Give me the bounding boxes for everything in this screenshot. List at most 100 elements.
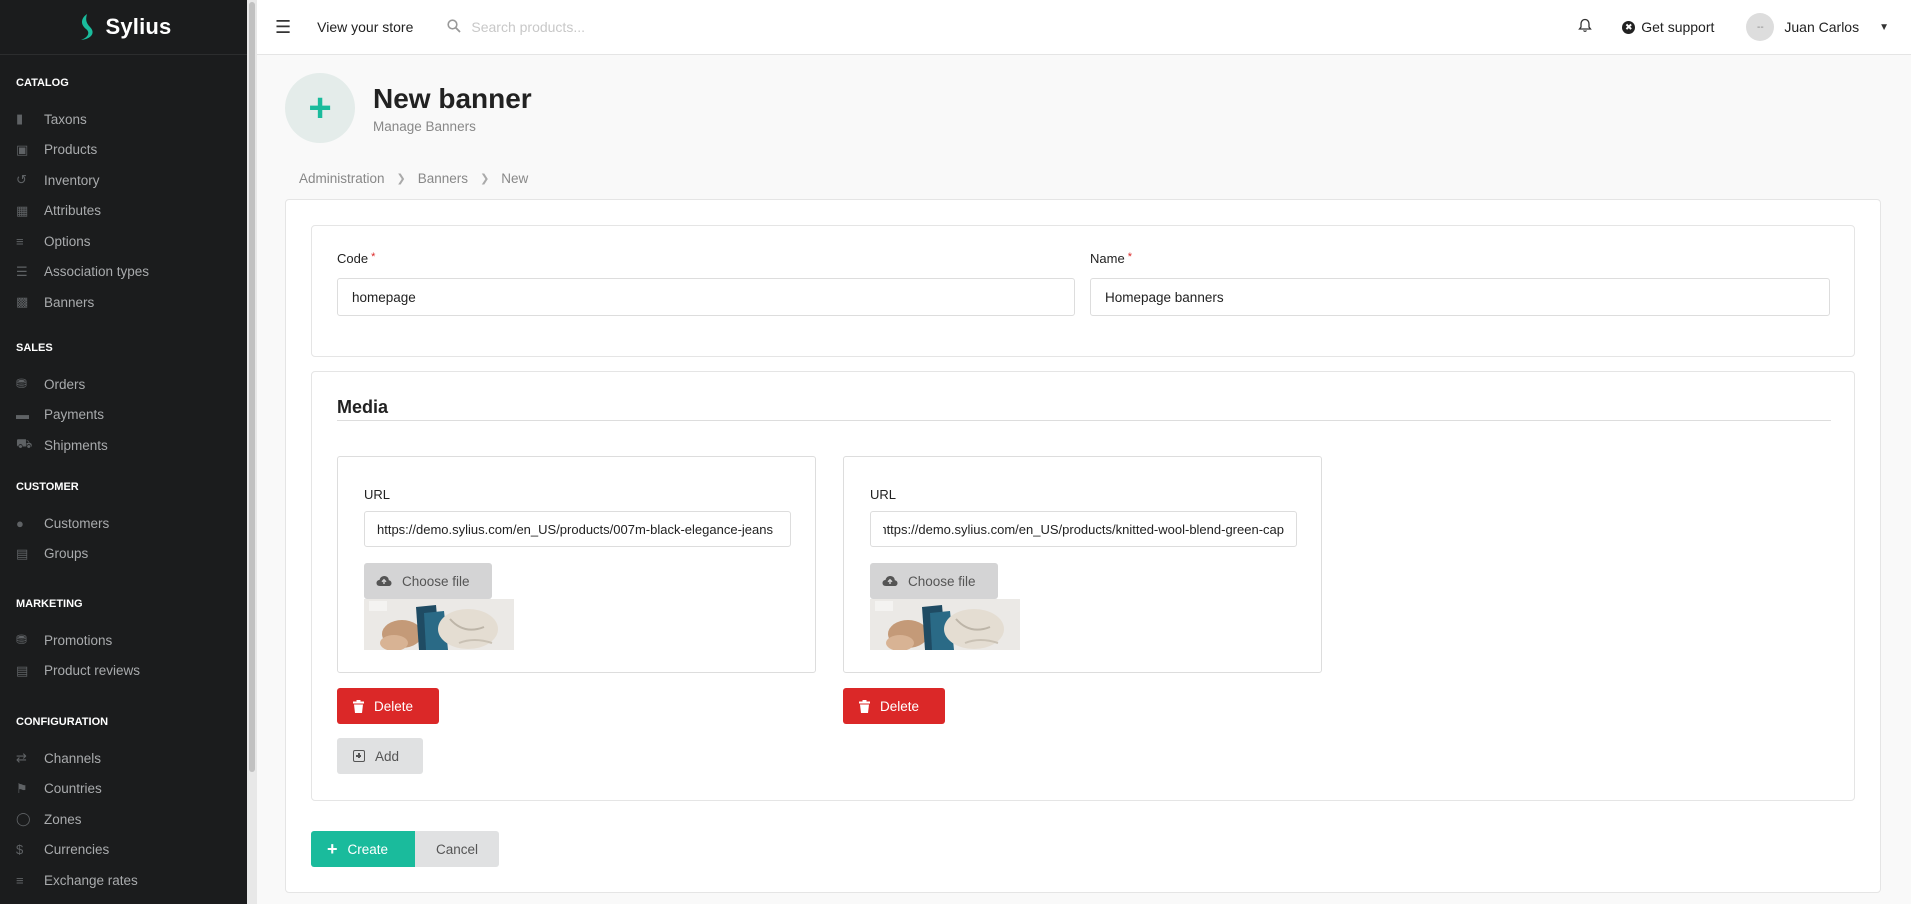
trash-icon (859, 699, 870, 713)
avatar: -- (1746, 13, 1775, 41)
sidebar-item-banners[interactable]: ▩ Banners (16, 287, 231, 318)
media-item: URL Choose file (843, 456, 1322, 673)
sidebar-item-countries[interactable]: ⚑ Countries (16, 774, 231, 805)
sidebar-item-label: Banners (44, 294, 95, 310)
sidebar-item-shipments[interactable]: ⛟ Shipments (16, 430, 231, 461)
sidebar: Sylius CATALOG ▮ Taxons ▣ Products ↺ Inventory… (0, 0, 247, 904)
breadcrumb-banners[interactable]: Banners (418, 171, 468, 186)
sidebar-item-taxons[interactable]: ▮ Taxons (16, 104, 231, 135)
sidebar-item-orders[interactable]: ⛃ Orders (16, 369, 231, 400)
sidebar-item-customers[interactable]: ● Customers (16, 508, 231, 539)
add-media-button[interactable]: Add (337, 738, 423, 774)
sidebar-item-channels[interactable]: ⇄ Channels (16, 743, 231, 774)
breadcrumb-new: New (501, 171, 529, 186)
sidebar-item-label: Inventory (44, 172, 100, 188)
banner-image-preview (870, 599, 1020, 650)
chevron-right-icon: ❯ (396, 173, 406, 185)
random-icon: ⇄ (16, 750, 27, 766)
sylius-logo[interactable]: Sylius (0, 0, 247, 55)
sidebar-item-zones[interactable]: ◯ Zones (16, 804, 231, 835)
plus-square-icon (353, 750, 365, 762)
banner-image-preview (364, 599, 514, 650)
code-field[interactable] (337, 278, 1075, 316)
search-bar (447, 18, 712, 36)
sidebar-item-products[interactable]: ▣ Products (16, 135, 231, 166)
sidebar-item-label: Currencies (44, 842, 110, 858)
cancel-label: Cancel (435, 841, 479, 857)
sidebar-item-product-reviews[interactable]: ▤ Product reviews (16, 656, 231, 687)
sidebar-heading: CUSTOMER (16, 481, 79, 493)
sidebar-item-payments[interactable]: ▬ Payments (16, 400, 231, 431)
cancel-button[interactable]: Cancel (415, 831, 499, 867)
url-field[interactable] (364, 511, 791, 547)
media-item: URL Choose file (337, 456, 816, 673)
sidebar-scrollbar[interactable] (247, 0, 257, 904)
sidebar-section-catalog: CATALOG ▮ Taxons ▣ Products ↺ Inventory ▦ Attrib… (0, 76, 247, 318)
menu-toggle-icon[interactable]: ☰ (275, 17, 291, 38)
sidebar-section-customer: CUSTOMER ● Customers ▤ Groups (0, 480, 247, 569)
delete-media-button[interactable]: Delete (337, 688, 439, 724)
sidebar-heading: CONFIGURATION (16, 716, 109, 728)
sidebar-item-promotions[interactable]: ⛃ Promotions (16, 625, 231, 656)
code-label: Code * (337, 251, 376, 266)
choose-file-button[interactable]: Choose file (364, 563, 492, 599)
sidebar-section-sales: SALES ⛃ Orders ▬ Payments ⛟ Shipments (0, 341, 247, 461)
view-store-link[interactable]: View your store (317, 19, 413, 35)
sidebar-item-options[interactable]: ≡ Options (16, 226, 231, 257)
life-ring-icon: ✖ (1622, 20, 1636, 34)
sidebar-item-label: Promotions (44, 632, 113, 648)
sidebar-section-marketing: MARKETING ⛃ Promotions ▤ Product reviews (0, 597, 247, 686)
name-field[interactable] (1090, 278, 1830, 316)
cloud-upload-icon (882, 576, 898, 586)
sidebar-item-label: Orders (44, 376, 86, 392)
logo-text: Sylius (105, 14, 172, 39)
search-input[interactable] (471, 19, 712, 35)
sidebar-item-currencies[interactable]: $ Currencies (16, 835, 231, 866)
search-icon (447, 18, 462, 36)
general-fields-panel: Code* Name* (311, 225, 1855, 357)
url-field[interactable] (870, 511, 1297, 547)
chevron-right-icon: ❯ (480, 173, 490, 185)
notifications-bell-icon[interactable] (1578, 18, 1593, 37)
sidebar-item-groups[interactable]: ▤ Groups (16, 539, 231, 570)
breadcrumb-administration[interactable]: Administration (299, 171, 385, 186)
caret-down-icon: ▼ (1879, 21, 1889, 33)
form-card: Code* Name* Media URL Choose file (285, 199, 1881, 893)
choose-file-button[interactable]: Choose file (870, 563, 998, 599)
image-icon: ▩ (16, 294, 29, 310)
sidebar-heading: MARKETING (16, 598, 83, 610)
choose-file-label: Choose file (908, 573, 976, 589)
sidebar-item-association-types[interactable]: ☰ Association types (16, 257, 231, 288)
media-heading: Media (337, 397, 389, 417)
history-icon: ↺ (16, 172, 27, 188)
sidebar-item-label: Taxons (44, 111, 87, 127)
sidebar-section-configuration: CONFIGURATION ⇄ Channels ⚑ Countries ◯ Zones $ C… (0, 715, 247, 896)
name-label: Name * (1090, 251, 1132, 266)
divider (337, 420, 1831, 421)
sidebar-item-attributes[interactable]: ▦ Attributes (16, 196, 231, 227)
sidebar-heading: SALES (16, 342, 53, 354)
dollar-icon: $ (16, 842, 24, 858)
user-menu[interactable]: -- Juan Carlos ▼ (1746, 13, 1889, 41)
cloud-upload-icon (376, 576, 392, 586)
sidebar-item-label: Options (44, 233, 91, 249)
sidebar-item-label: Channels (44, 750, 102, 766)
delete-media-button[interactable]: Delete (843, 688, 945, 724)
sidebar-item-inventory[interactable]: ↺ Inventory (16, 165, 231, 196)
add-label: Add (375, 748, 400, 764)
sidebar-item-exchange-rates[interactable]: ≡ Exchange rates (16, 865, 231, 896)
create-label: Create (347, 841, 389, 857)
options-icon: ≡ (16, 233, 24, 249)
plus-circle-icon: + (285, 73, 355, 143)
create-button[interactable]: + Create (311, 831, 415, 867)
page-title: New banner (373, 82, 532, 114)
folder-icon: ▮ (16, 111, 24, 127)
get-support-link[interactable]: ✖ Get support (1622, 19, 1714, 35)
delete-label: Delete (880, 698, 920, 714)
list-icon: ☰ (16, 263, 28, 279)
plus-icon: + (327, 839, 338, 859)
choose-file-label: Choose file (402, 573, 470, 589)
user-name: Juan Carlos (1784, 19, 1860, 35)
scrollbar-thumb[interactable] (249, 2, 255, 772)
sidebar-item-label: Customers (44, 515, 110, 531)
